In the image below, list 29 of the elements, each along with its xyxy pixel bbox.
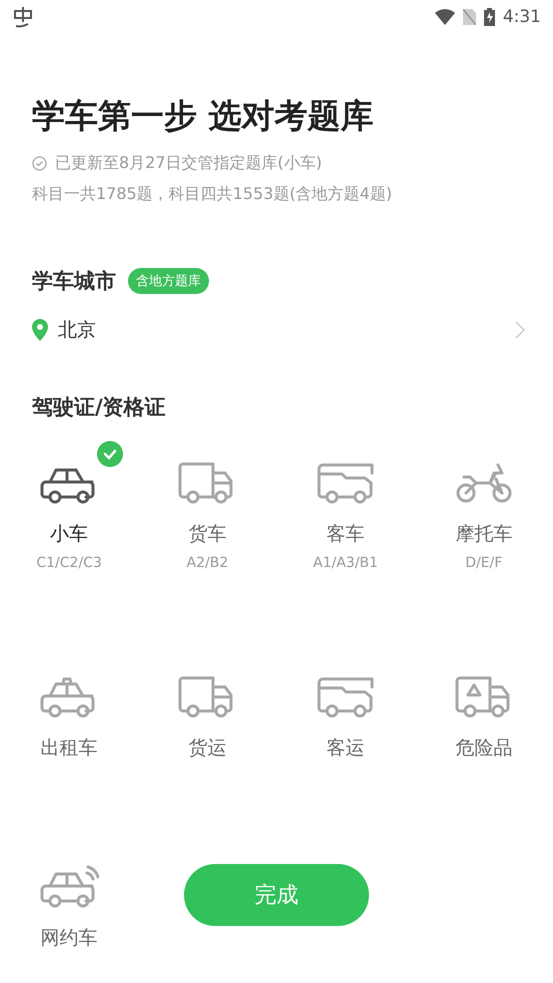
section-title: 驾驶证/资格证 — [32, 394, 166, 421]
motorcycle-icon — [454, 461, 514, 505]
license-type-option[interactable]: 货运 — [138, 649, 276, 761]
clock-time: 4:31 — [502, 7, 541, 27]
location-pin-icon — [32, 319, 48, 341]
license-type-option[interactable]: 危险品 — [414, 649, 553, 761]
license-type-option[interactable]: 摩托车 D/E/F — [414, 435, 553, 571]
question-counts: 科目一共1785题，科目四共1553题(含地方题4题) — [32, 184, 394, 205]
bus-icon — [316, 675, 376, 719]
license-type-option[interactable]: 客运 — [276, 649, 415, 761]
check-circle-icon — [32, 156, 47, 171]
section-title: 学车城市 — [32, 268, 116, 295]
bus-icon — [316, 461, 376, 505]
battery-charging-icon — [484, 8, 495, 26]
license-type-option[interactable]: 网约车 — [0, 839, 138, 951]
page-title: 学车第一步 选对考题库 — [32, 95, 374, 137]
chevron-right-icon[interactable] — [515, 321, 525, 339]
update-note: 已更新至8月27日交管指定题库(小车) — [55, 153, 322, 174]
license-type-option[interactable]: 货车 A2/B2 — [138, 435, 276, 571]
wifi-icon — [434, 9, 455, 25]
local-bank-badge: 含地方题库 — [128, 268, 209, 294]
license-type-option[interactable]: 小车 C1/C2/C3 — [0, 435, 138, 571]
selected-check-icon — [97, 441, 124, 467]
license-type-option[interactable]: 客车 A1/A3/B1 — [276, 435, 415, 571]
no-sim-icon — [462, 9, 476, 25]
city-name[interactable]: 北京 — [58, 317, 505, 343]
ridehail-icon — [39, 865, 100, 909]
license-type-option[interactable]: 出租车 — [0, 649, 138, 761]
app-notification-icon — [12, 6, 34, 28]
